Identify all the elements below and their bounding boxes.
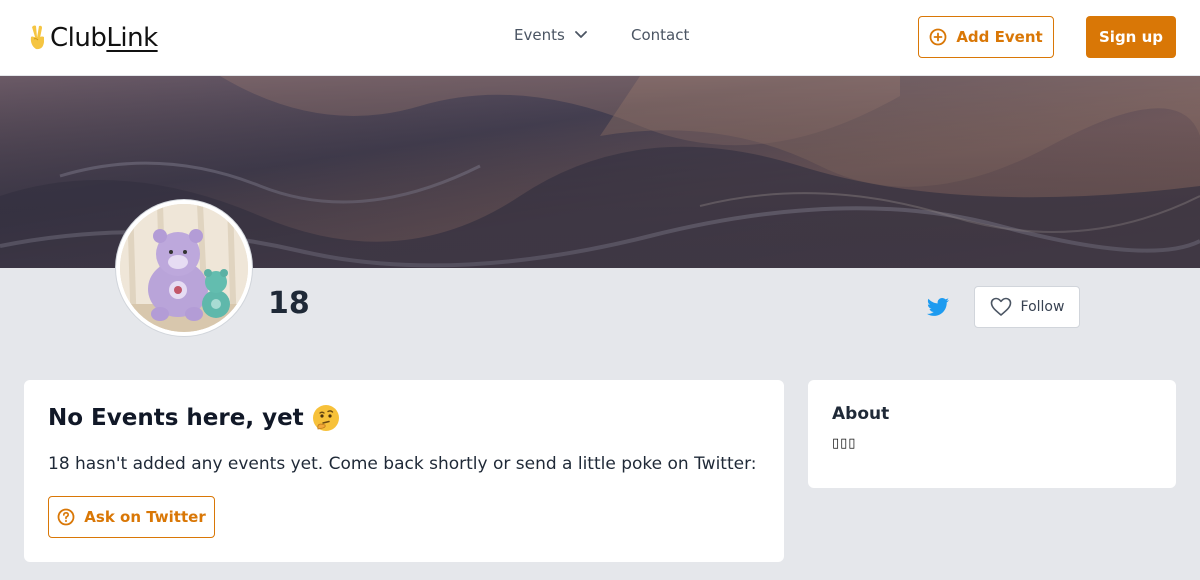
ask-on-twitter-label: Ask on Twitter <box>84 508 206 526</box>
events-card: No Events here, yet 18 hasn't added any … <box>24 380 784 562</box>
logo-text-link: Link <box>106 23 158 53</box>
plus-circle-icon <box>929 28 947 46</box>
events-card-title: No Events here, yet <box>48 404 760 432</box>
about-text: ▯▯▯ <box>832 436 857 451</box>
victory-hand-icon <box>30 25 44 50</box>
signup-button[interactable]: Sign up <box>1086 16 1176 58</box>
follow-button[interactable]: Follow <box>974 286 1080 328</box>
add-event-button[interactable]: Add Event <box>918 16 1054 58</box>
heart-icon <box>990 297 1011 316</box>
twitter-icon[interactable] <box>926 295 950 319</box>
clublink-logo[interactable]: ClubLink <box>26 22 158 54</box>
thinking-face-icon <box>312 405 339 431</box>
top-nav: ClubLink Events Contact Add Event Sign u… <box>0 0 1200 76</box>
about-title: About <box>832 404 890 424</box>
profile-name: 18 <box>268 286 310 321</box>
add-event-label: Add Event <box>956 28 1043 46</box>
profile-avatar <box>116 200 252 336</box>
nav-contact-link[interactable]: Contact <box>631 26 689 44</box>
follow-label: Follow <box>1020 299 1065 315</box>
ask-on-twitter-button[interactable]: Ask on Twitter <box>48 496 215 538</box>
events-empty-title: No Events here, yet <box>48 405 304 431</box>
chevron-down-icon <box>574 31 587 38</box>
about-card: About ▯▯▯ <box>808 380 1176 488</box>
logo-text-club: Club <box>50 23 107 53</box>
nav-events-dropdown[interactable]: Events <box>514 26 587 44</box>
question-circle-icon <box>57 508 75 526</box>
events-empty-message: 18 hasn't added any events yet. Come bac… <box>48 454 757 474</box>
nav-events-label: Events <box>514 26 565 44</box>
